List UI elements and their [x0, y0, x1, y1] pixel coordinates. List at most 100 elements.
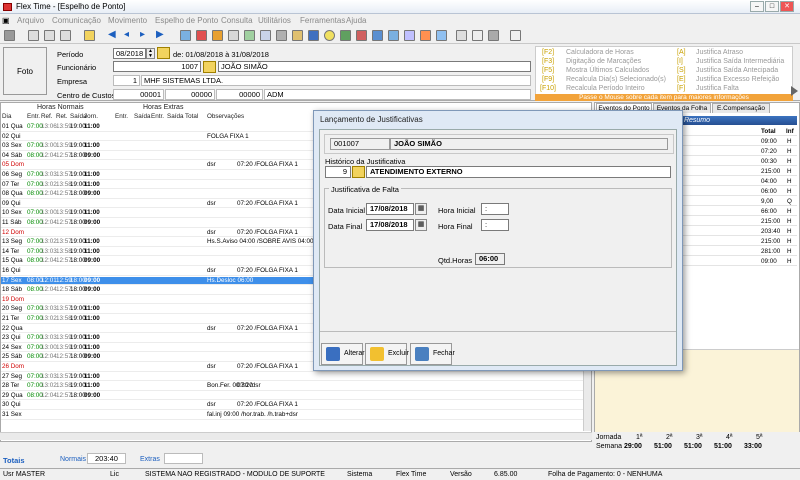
- user-icon[interactable]: [292, 30, 303, 41]
- prev-record-icon[interactable]: ◂: [124, 30, 135, 41]
- page-icon[interactable]: [472, 30, 483, 41]
- cell-obs2: 07:20 /FOLGA FIXA 1: [237, 199, 298, 207]
- group-normais: Horas Normais: [37, 104, 84, 111]
- first-record-icon[interactable]: ◀: [108, 30, 119, 41]
- periodo-field[interactable]: 08/2018: [113, 48, 146, 59]
- menu-app-icon[interactable]: ▣: [2, 16, 10, 25]
- list-icon[interactable]: [456, 30, 467, 41]
- cell-dia: 21 Ter: [2, 315, 20, 322]
- import-icon[interactable]: [356, 30, 367, 41]
- excluir-button[interactable]: Excluir: [365, 343, 409, 365]
- table-row[interactable]: 27 Seg 07:00 13:03 13:57 19:00 11:00: [1, 373, 591, 382]
- table-row[interactable]: 31 Sex fal.inj 09:00 /hor.trab. /h.trab+d…: [1, 411, 591, 420]
- cell-r: 12:04: [41, 353, 57, 361]
- hora-inicial-field[interactable]: :: [481, 203, 509, 215]
- open-icon[interactable]: [84, 30, 95, 41]
- cell-j: 09:00: [84, 151, 101, 159]
- table-row[interactable]: 30 Qui dsr 07:20 /FOLGA FIXA 1: [1, 401, 591, 410]
- menu-movimento[interactable]: Movimento: [108, 16, 147, 25]
- cell-dia: 28 Ter: [2, 382, 20, 390]
- column-header: Total: [185, 113, 199, 120]
- alert-icon[interactable]: [420, 30, 431, 41]
- help-icon[interactable]: [510, 30, 521, 41]
- shortcut-ultimos[interactable]: Mostra Últimos Calculados: [566, 67, 649, 74]
- paste-icon[interactable]: [60, 30, 71, 41]
- periodo-spinner[interactable]: ▲ ▼: [146, 48, 155, 59]
- menu-consulta[interactable]: Consulta: [221, 16, 253, 25]
- cell-dia: 29 Qua: [2, 391, 23, 399]
- menu-comunicacao[interactable]: Comunicação: [52, 16, 101, 25]
- shortcut-saida-antecipada[interactable]: Justifica Saída Antecipada: [696, 67, 778, 74]
- toolbar: ◀ ◂ ▸ ▶: [0, 27, 800, 44]
- alterar-button[interactable]: Alterar: [321, 343, 365, 365]
- print-icon[interactable]: [276, 30, 287, 41]
- sync-icon[interactable]: [404, 30, 415, 41]
- calendar-icon[interactable]: [212, 30, 223, 41]
- new-icon[interactable]: [28, 30, 39, 41]
- shortcut-saida-intermediaria[interactable]: Justifica Saída Intermediária: [696, 58, 784, 65]
- maximize-button[interactable]: □: [765, 1, 779, 12]
- exit-icon[interactable]: [4, 30, 15, 41]
- historico-code[interactable]: 9: [325, 166, 351, 178]
- next-record-icon[interactable]: ▸: [140, 30, 151, 41]
- shortcut-calculadora[interactable]: Calculadora de Horas: [566, 49, 634, 56]
- resumo-inf: Q: [787, 198, 792, 205]
- report-icon[interactable]: [228, 30, 239, 41]
- week-value: 33:00: [744, 443, 762, 450]
- printer-icon[interactable]: [488, 30, 499, 41]
- hora-final-field[interactable]: :: [481, 219, 509, 231]
- table-row[interactable]: 29 Qua 08:00 12:04 12:57 18:00 09:00: [1, 391, 591, 401]
- shortcut-recalcula-dia[interactable]: Recalcula Dia(s) Selecionado(s): [566, 76, 666, 83]
- funcionario-code[interactable]: 1007: [113, 61, 201, 72]
- shortcut-falta[interactable]: Justifica Falta: [696, 85, 739, 92]
- cell-obs: dsr: [207, 199, 216, 207]
- empresa-name: MHF SISTEMAS LTDA.: [141, 75, 531, 86]
- shortcut-digitacao[interactable]: Digitação de Marcações: [566, 58, 641, 65]
- menu-utilitarios[interactable]: Utilitários: [258, 16, 291, 25]
- data-inicial-label: Data Inicial: [328, 206, 366, 215]
- photo-box[interactable]: Foto: [3, 47, 47, 95]
- calc-icon[interactable]: [244, 30, 255, 41]
- cell-dia: 26 Dom: [2, 363, 25, 370]
- menu-ajuda[interactable]: Ajuda: [346, 16, 366, 25]
- filter-icon[interactable]: [388, 30, 399, 41]
- shortcuts-panel: [F2] Calculadora de Horas [F3] Digitação…: [535, 46, 793, 96]
- shortcut-atraso[interactable]: Justifica Atraso: [696, 49, 743, 56]
- column-header: Ret.: [56, 113, 68, 120]
- last-record-icon[interactable]: ▶: [156, 30, 167, 41]
- menu-arquivo[interactable]: Arquivo: [17, 16, 44, 25]
- menu-ferramentas[interactable]: Ferramentas: [300, 16, 345, 25]
- network-icon[interactable]: [372, 30, 383, 41]
- cell-obs2: 07:20 /FOLGA FIXA 1: [237, 363, 298, 370]
- grid-icon[interactable]: [260, 30, 271, 41]
- minimize-button[interactable]: –: [750, 1, 764, 12]
- chart-icon[interactable]: [308, 30, 319, 41]
- moon-icon[interactable]: [324, 30, 335, 41]
- grid-horizontal-scrollbar[interactable]: [0, 432, 592, 440]
- fechar-button[interactable]: Fechar: [410, 343, 455, 365]
- delete-icon[interactable]: [196, 30, 207, 41]
- copy-icon[interactable]: [44, 30, 55, 41]
- table-row[interactable]: 28 Ter 07:00 13:02 13:58 19:00 11:00 Bon.Fer. …: [1, 382, 591, 391]
- shortcut-excesso-refeicao[interactable]: Justifica Excesso Refeição: [696, 76, 779, 83]
- edit-icon[interactable]: [180, 30, 191, 41]
- data-final-calendar-icon[interactable]: ▦: [415, 219, 427, 231]
- data-inicial-calendar-icon[interactable]: ▦: [415, 203, 427, 215]
- shortcut-recalcula-periodo[interactable]: Recalcula Período Inteiro: [566, 85, 645, 92]
- cell-dia: 22 Qua: [2, 324, 23, 332]
- expand-arrow-icon[interactable]: [791, 86, 798, 96]
- tab-compensacao[interactable]: E.Compensação: [712, 103, 770, 113]
- data-inicial-field[interactable]: 17/08/2018: [366, 203, 414, 215]
- periodo-range: de: 01/08/2018 à 31/08/2018: [173, 50, 269, 59]
- data-final-field[interactable]: 17/08/2018: [366, 219, 414, 231]
- historico-lookup-icon[interactable]: [352, 166, 365, 178]
- export-icon[interactable]: [340, 30, 351, 41]
- funcionario-lookup-icon[interactable]: [203, 61, 216, 73]
- empresa-label: Empresa: [57, 77, 88, 86]
- close-button[interactable]: ✕: [780, 1, 794, 12]
- justificativas-dialog: Lançamento de Justificativas 001007 JOÃO…: [313, 110, 683, 371]
- resumo-inf: H: [787, 228, 792, 235]
- periodo-calendar-icon[interactable]: [157, 47, 170, 59]
- window-icon[interactable]: [436, 30, 447, 41]
- menu-espelho-de-ponto[interactable]: Espelho de Ponto: [155, 16, 218, 25]
